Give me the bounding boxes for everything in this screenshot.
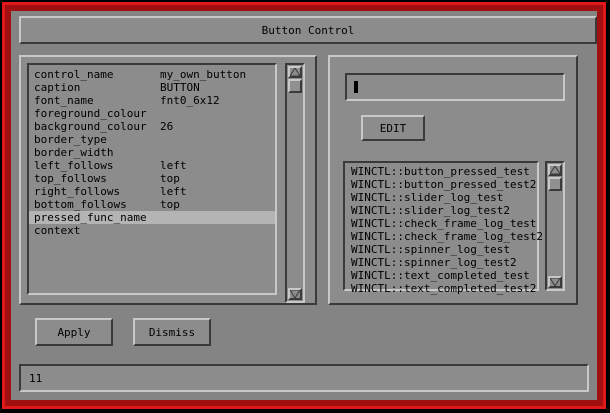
function-list-item[interactable]: WINCTL::text_completed_test xyxy=(351,269,530,282)
scroll-thumb[interactable] xyxy=(548,177,562,191)
property-key: pressed_func_name xyxy=(34,211,147,224)
function-list[interactable]: WINCTL::button_pressed_test WINCTL::butto… xyxy=(343,161,543,295)
scroll-up-arrow-icon[interactable] xyxy=(548,164,562,176)
function-list-item[interactable]: WINCTL::check_frame_log_test2 xyxy=(351,230,543,243)
property-row[interactable]: right_follows left xyxy=(29,185,275,198)
status-text: 11 xyxy=(29,372,43,385)
property-key: context xyxy=(34,224,81,237)
function-list-item[interactable]: WINCTL::slider_log_test xyxy=(351,191,503,204)
property-key: foreground_colour xyxy=(34,107,147,120)
property-row[interactable]: control_name my_own_button xyxy=(29,68,275,81)
property-key: bottom_follows xyxy=(34,198,127,211)
property-value: left xyxy=(160,159,187,172)
property-value: my_own_button xyxy=(160,68,247,81)
function-list-item[interactable]: WINCTL::text_completed_test2 xyxy=(351,282,536,295)
title-bar[interactable]: Button Control xyxy=(19,16,597,44)
property-row[interactable]: context xyxy=(29,224,275,237)
property-value: fnt0_6x12 xyxy=(160,94,220,107)
property-row[interactable]: font_name fnt0_6x12 xyxy=(29,94,275,107)
apply-button-label: Apply xyxy=(57,325,91,339)
function-name-input[interactable] xyxy=(345,73,565,101)
dismiss-button-label: Dismiss xyxy=(148,325,196,339)
property-row[interactable]: bottom_follows top xyxy=(29,198,275,211)
property-key: control_name xyxy=(34,68,114,81)
apply-button[interactable]: Apply xyxy=(35,318,113,346)
function-panel: EDIT WINCTL::button_pressed_test WINCTL::… xyxy=(328,55,578,305)
function-list-item[interactable]: WINCTL::spinner_log_test xyxy=(351,243,510,256)
scroll-up-arrow-icon[interactable] xyxy=(288,66,302,78)
property-value: top xyxy=(160,198,180,211)
property-row[interactable]: caption BUTTON xyxy=(29,81,275,94)
window-title: Button Control xyxy=(261,23,355,37)
property-value: top xyxy=(160,172,180,185)
properties-scrollbar[interactable] xyxy=(285,63,305,303)
property-key: left_follows xyxy=(34,159,114,172)
property-row[interactable]: border_width xyxy=(29,146,275,159)
property-key: top_follows xyxy=(34,172,107,185)
status-bar: 11 xyxy=(19,364,589,392)
scroll-thumb[interactable] xyxy=(288,79,302,93)
function-scrollbar[interactable] xyxy=(545,161,565,291)
edit-button-label: EDIT xyxy=(379,121,407,135)
function-list-item[interactable]: WINCTL::spinner_log_test2 xyxy=(351,256,517,269)
function-list-item[interactable]: WINCTL::slider_log_test2 xyxy=(351,204,510,217)
property-key: border_type xyxy=(34,133,107,146)
edit-button[interactable]: EDIT xyxy=(361,115,425,141)
property-value: left xyxy=(160,185,187,198)
property-row[interactable]: top_follows top xyxy=(29,172,275,185)
properties-panel: control_name my_own_button caption BUTTON fo… xyxy=(19,55,317,305)
text-cursor xyxy=(354,81,358,93)
window-frame: Button Control control_name my_own_button… xyxy=(0,0,610,413)
property-key: background_colour xyxy=(34,120,147,133)
property-row[interactable]: border_type xyxy=(29,133,275,146)
property-row[interactable]: foreground_colour xyxy=(29,107,275,120)
property-key: right_follows xyxy=(34,185,121,198)
property-key: border_width xyxy=(34,146,114,159)
function-list-item[interactable]: WINCTL::button_pressed_test xyxy=(351,165,530,178)
property-row[interactable]: left_follows left xyxy=(29,159,275,172)
properties-list[interactable]: control_name my_own_button caption BUTTON fo… xyxy=(27,63,277,295)
property-key: caption xyxy=(34,81,81,94)
property-value: 26 xyxy=(160,120,174,133)
property-row[interactable]: pressed_func_name xyxy=(29,211,275,224)
scroll-down-arrow-icon[interactable] xyxy=(548,276,562,288)
scroll-down-arrow-icon[interactable] xyxy=(288,288,302,300)
property-key: font_name xyxy=(34,94,94,107)
function-list-item[interactable]: WINCTL::button_pressed_test2 xyxy=(351,178,536,191)
dismiss-button[interactable]: Dismiss xyxy=(133,318,211,346)
function-list-item[interactable]: WINCTL::check_frame_log_test xyxy=(351,217,536,230)
property-row[interactable]: background_colour 26 xyxy=(29,120,275,133)
property-value: BUTTON xyxy=(160,81,200,94)
dialog-body: Button Control control_name my_own_button… xyxy=(11,11,597,400)
